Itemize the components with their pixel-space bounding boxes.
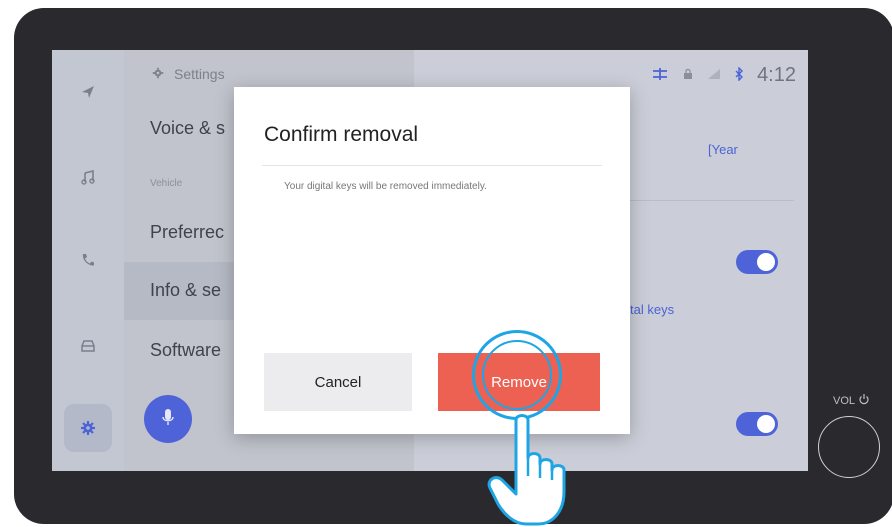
status-bar: 4:12 xyxy=(651,64,796,87)
navigation-icon[interactable] xyxy=(70,74,106,110)
signal-icon xyxy=(707,68,721,83)
settings-item-software[interactable]: Software xyxy=(150,340,221,361)
settings-item-info[interactable]: Info & se xyxy=(150,280,221,301)
digital-keys-link[interactable]: tal keys xyxy=(630,302,674,317)
clock: 4:12 xyxy=(757,64,796,86)
volume-label: VOL xyxy=(833,393,870,408)
dialog-divider xyxy=(262,165,602,166)
voice-assistant-button[interactable] xyxy=(144,395,192,443)
volume-knob[interactable] xyxy=(818,416,880,478)
assistance-icon xyxy=(651,67,669,84)
gear-icon[interactable] xyxy=(64,404,112,452)
power-icon xyxy=(858,393,870,408)
volume-label-text: VOL xyxy=(833,394,856,407)
confirm-removal-dialog: Confirm removal Your digital keys will b… xyxy=(234,87,630,434)
toggle-switch[interactable] xyxy=(736,412,778,436)
toggle-switch[interactable] xyxy=(736,250,778,274)
bluetooth-icon xyxy=(735,66,744,84)
music-icon[interactable] xyxy=(70,160,106,196)
section-label-vehicle: Vehicle xyxy=(150,178,183,189)
phone-icon[interactable] xyxy=(70,242,106,278)
dialog-message: Your digital keys will be removed immedi… xyxy=(284,181,487,192)
infotainment-screen: Settings Voice & s Vehicle Preferrec Inf… xyxy=(52,50,808,471)
settings-item-preferred[interactable]: Preferrec xyxy=(150,222,224,243)
dialog-title: Confirm removal xyxy=(264,123,419,146)
nav-rail xyxy=(52,50,124,471)
microphone-icon xyxy=(161,407,175,432)
settings-item-voice[interactable]: Voice & s xyxy=(150,118,225,139)
cancel-button[interactable]: Cancel xyxy=(264,353,412,411)
gear-icon xyxy=(152,66,164,82)
lock-icon xyxy=(683,68,693,83)
tap-indicator-inner xyxy=(482,340,552,410)
settings-header: Settings xyxy=(152,66,225,82)
car-icon[interactable] xyxy=(70,328,106,364)
settings-header-label: Settings xyxy=(174,66,225,82)
pointing-hand-icon xyxy=(487,414,566,526)
year-link[interactable]: [Year xyxy=(708,142,738,157)
